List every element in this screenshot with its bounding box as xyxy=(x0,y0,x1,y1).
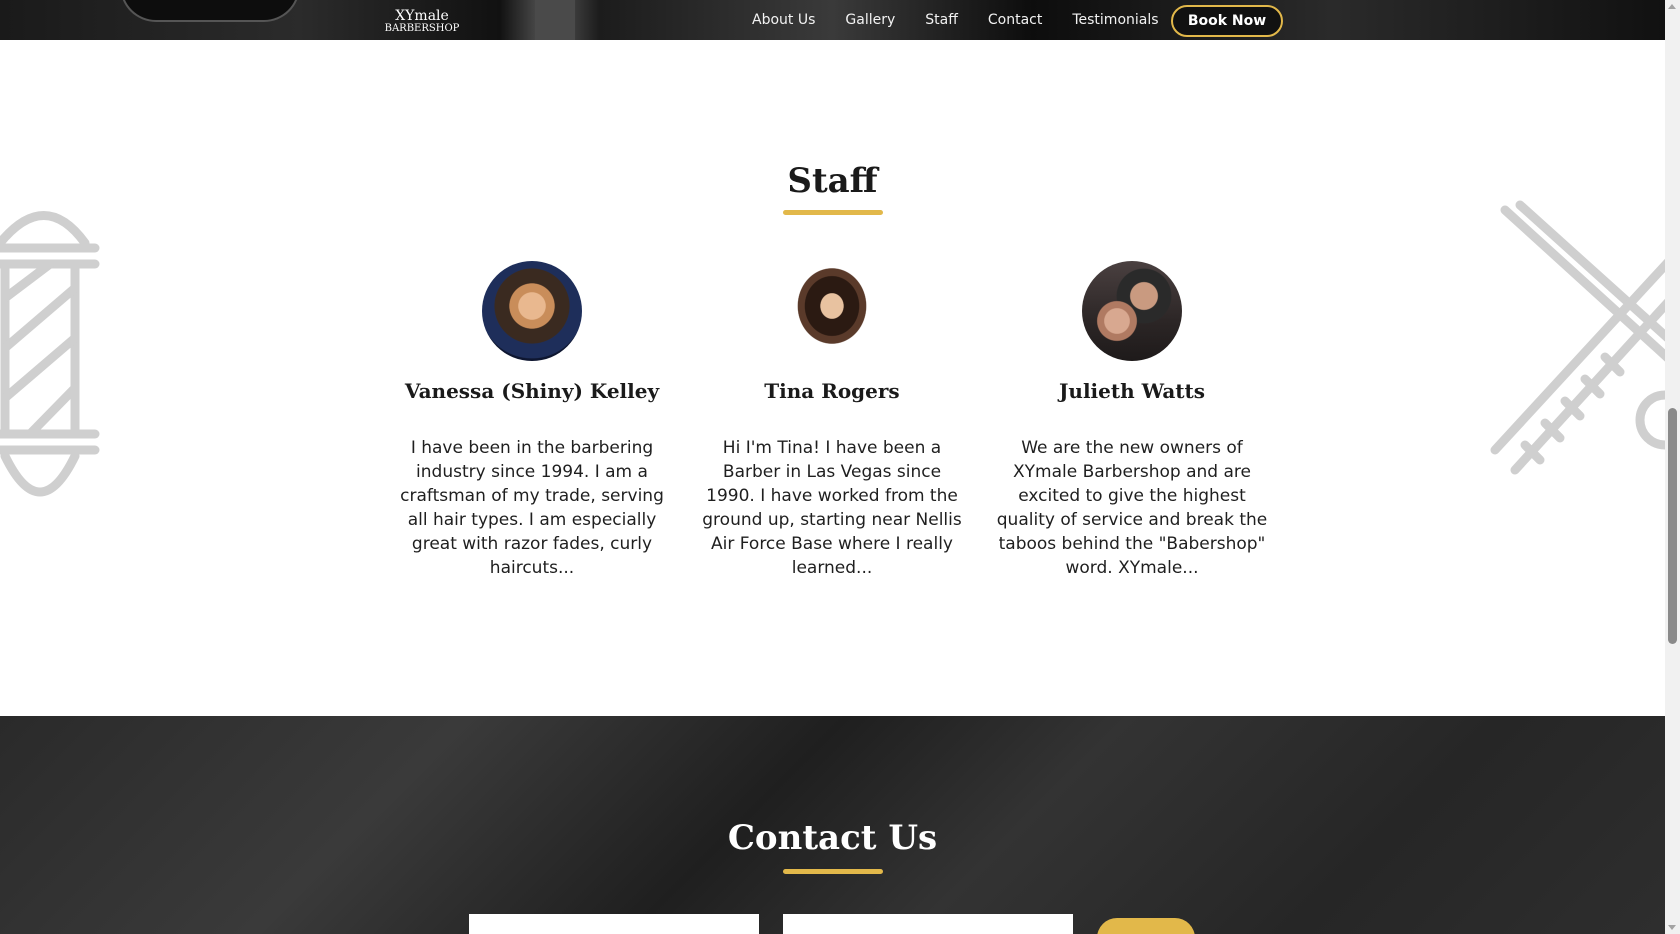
staff-bio: I have been in the barbering industry si… xyxy=(400,438,664,578)
staff-photo xyxy=(782,261,882,361)
staff-name: Vanessa (Shiny) Kelley xyxy=(404,379,660,403)
main-nav: About Us Gallery Staff Contact Testimoni… xyxy=(752,0,1189,40)
contact-name-input[interactable] xyxy=(469,914,759,934)
staff-bio: Hi I'm Tina! I have been a Barber in Las… xyxy=(702,438,962,578)
header-background-stripe xyxy=(535,0,575,40)
logo-subtitle: BARBERSHOP xyxy=(384,23,460,34)
staff-card: Tina Rogers Hi I'm Tina! I have been a B… xyxy=(692,261,972,580)
page-scrollbar[interactable] xyxy=(1665,0,1680,934)
staff-photo xyxy=(482,261,582,361)
staff-photo xyxy=(1082,261,1182,361)
heading-underline xyxy=(783,869,883,874)
submit-button[interactable] xyxy=(1097,918,1195,934)
staff-card: Julieth Watts We are the new owners of X… xyxy=(992,261,1272,580)
nav-staff[interactable]: Staff xyxy=(925,12,958,28)
nav-about-us[interactable]: About Us xyxy=(752,12,815,28)
contact-section: Contact Us xyxy=(0,716,1665,934)
scrollbar-thumb[interactable] xyxy=(1668,408,1677,644)
header-background-shape xyxy=(120,0,300,22)
barber-pole-icon xyxy=(0,211,100,497)
nav-gallery[interactable]: Gallery xyxy=(845,12,895,28)
scroll-up-icon[interactable] xyxy=(1668,4,1676,9)
book-now-button[interactable]: Book Now xyxy=(1171,5,1283,37)
staff-bio: We are the new owners of XYmale Barbersh… xyxy=(996,438,1268,578)
comb-scissors-icon xyxy=(1490,200,1670,475)
staff-name: Julieth Watts xyxy=(1058,379,1206,403)
contact-email-input[interactable] xyxy=(783,914,1073,934)
nav-testimonials[interactable]: Testimonials xyxy=(1072,12,1158,28)
scroll-down-icon[interactable] xyxy=(1668,925,1676,930)
staff-name: Tina Rogers xyxy=(764,379,900,403)
staff-heading: Staff xyxy=(787,161,878,201)
site-header: XYmale BARBERSHOP About Us Gallery Staff… xyxy=(0,0,1665,40)
contact-heading: Contact Us xyxy=(727,818,938,858)
staff-card: Vanessa (Shiny) Kelley I have been in th… xyxy=(392,261,672,580)
nav-contact[interactable]: Contact xyxy=(988,12,1042,28)
site-logo[interactable]: XYmale BARBERSHOP xyxy=(384,9,460,34)
heading-underline xyxy=(783,210,883,215)
logo-wordmark: XYmale xyxy=(395,8,449,24)
staff-section: Staff Vanessa (Shiny) Kelley I have been… xyxy=(0,40,1670,716)
